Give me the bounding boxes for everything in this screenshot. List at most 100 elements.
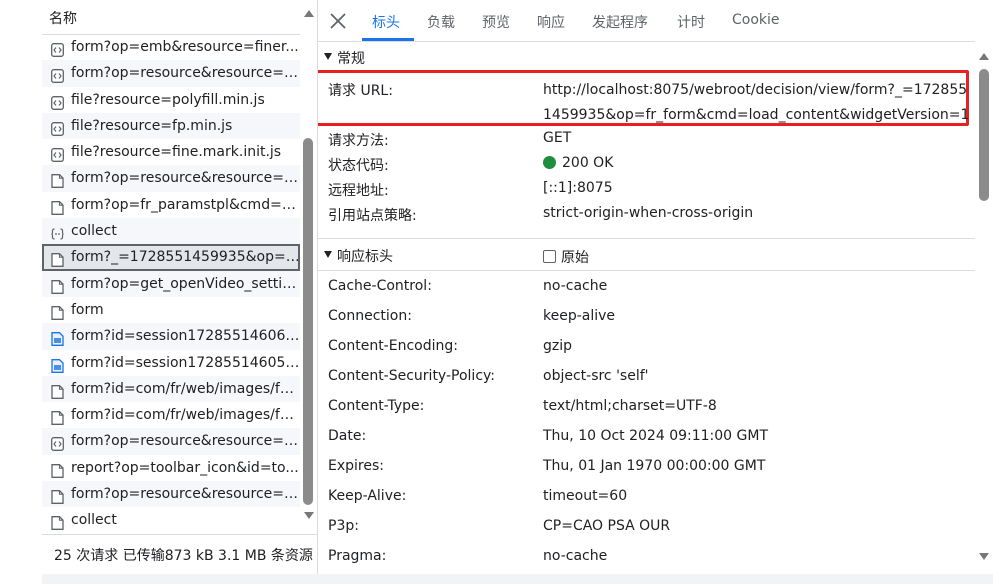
response-header-key: Expires: — [328, 458, 384, 474]
response-header-value: keep-alive — [543, 308, 616, 324]
scrollbar-thumb[interactable] — [979, 69, 989, 201]
detail-scrollbar[interactable] — [975, 41, 993, 574]
request-row[interactable]: collect — [42, 218, 300, 245]
request-name: form?id=session172855146062... — [71, 328, 300, 345]
response-header-key: Content-Encoding: — [328, 338, 458, 354]
request-row[interactable]: form?id=session172855146062... — [42, 323, 300, 350]
request-row-selected[interactable]: form?_=1728551459935&op=fr... — [42, 244, 300, 271]
response-header-value: Thu, 10 Oct 2024 09:11:00 GMT — [543, 428, 769, 444]
referrer-policy-label: 引用站点策略: — [328, 208, 417, 224]
tab-initiator[interactable]: 发起程序 — [592, 12, 648, 32]
bottom-strip — [42, 574, 993, 584]
request-row[interactable]: form?op=resource&resource=/... — [42, 428, 300, 455]
request-name: form?op=get_openVideo_settin... — [71, 275, 300, 292]
response-header-key: Cache-Control: — [328, 278, 432, 294]
response-header-key: Date: — [328, 428, 367, 444]
document-icon — [51, 250, 64, 268]
script-icon — [51, 40, 64, 57]
tab-headers[interactable]: 标头 — [372, 12, 400, 32]
request-name: form?id=session172855146058... — [71, 354, 300, 371]
request-row[interactable]: form?op=resource&resource=/... — [42, 481, 300, 508]
document-icon — [51, 382, 64, 399]
document-icon — [51, 277, 64, 294]
response-header-key: Pragma: — [328, 548, 387, 564]
document-icon — [51, 487, 64, 504]
image-icon — [51, 356, 64, 373]
left-gutter — [0, 0, 42, 584]
active-tab-indicator — [362, 38, 414, 41]
request-name: file?resource=fp.min.js — [71, 117, 233, 134]
request-row[interactable]: form — [42, 297, 300, 323]
general-section-header[interactable]: 常规 — [318, 42, 975, 72]
request-row[interactable]: file?resource=fp.min.js — [42, 112, 300, 140]
response-header-value: object-src 'self' — [543, 368, 649, 384]
request-method-value: GET — [543, 130, 572, 146]
scroll-up-arrow-icon[interactable] — [304, 10, 314, 17]
request-name: form?op=resource&resource=/... — [71, 433, 300, 450]
scrollbar-thumb[interactable] — [303, 138, 313, 505]
request-list: form?op=emb&resource=finer... form?op=res… — [42, 34, 300, 534]
response-header-key: Content-Security-Policy: — [328, 368, 495, 384]
request-row[interactable]: form?op=emb&resource=finer... — [42, 34, 300, 60]
close-icon[interactable] — [329, 12, 347, 30]
raw-headers-checkbox[interactable]: 原始 — [543, 247, 589, 267]
response-header-value: timeout=60 — [543, 488, 628, 504]
response-headers-title: 响应标头 — [337, 249, 393, 265]
request-row[interactable]: form?id=com/fr/web/images/fo... — [42, 402, 300, 428]
request-row[interactable]: form?id=session172855146058... — [42, 350, 300, 376]
request-name: form?op=emb&resource=finer... — [71, 39, 299, 55]
request-row[interactable]: form?op=resource&resource=/... — [42, 165, 300, 192]
request-list-panel: 名称 form?op=emb&resource=finer... form?op=… — [42, 0, 318, 584]
request-name: form?op=fr_paramstpl&cmd=q... — [71, 196, 300, 213]
tab-cookie[interactable]: Cookie — [732, 12, 780, 28]
document-icon — [51, 461, 64, 478]
status-code-label: 状态代码: — [328, 158, 389, 174]
request-row[interactable]: form?id=com/fr/web/images/fo... — [42, 375, 300, 403]
request-detail-panel: 标头 负载 预览 响应 发起程序 计时 Cookie 常规 请求 URL: ht… — [318, 0, 993, 574]
section-divider — [318, 270, 975, 271]
network-summary-bar: 25 次请求 已传输873 kB 3.1 MB 条资源 — [42, 534, 317, 575]
request-name: collect — [71, 512, 117, 529]
response-header-key: Keep-Alive: — [328, 488, 407, 504]
response-header-value: Thu, 01 Jan 1970 00:00:00 GMT — [543, 458, 766, 474]
tab-response[interactable]: 响应 — [537, 12, 565, 32]
remote-address-value: [::1]:8075 — [543, 180, 613, 196]
request-row[interactable]: file?resource=fine.mark.init.js — [42, 139, 300, 165]
tab-timing[interactable]: 计时 — [677, 12, 705, 32]
request-method-label: 请求方法: — [328, 133, 389, 149]
tab-payload[interactable]: 负载 — [427, 12, 455, 32]
request-row[interactable]: file?resource=polyfill.min.js — [42, 87, 300, 113]
scroll-down-arrow-icon[interactable] — [979, 553, 989, 560]
collapse-triangle-icon — [324, 251, 332, 258]
fetch-icon — [51, 224, 64, 240]
raw-headers-label: 原始 — [561, 250, 589, 266]
response-header-key: Content-Type: — [328, 398, 425, 414]
request-row[interactable]: form?op=resource&resource=/... — [42, 60, 300, 87]
status-code-value: 200 OK — [543, 155, 613, 171]
checkbox-icon[interactable] — [543, 250, 556, 263]
request-name: collect — [71, 223, 117, 240]
request-name: form?id=com/fr/web/images/fo... — [71, 380, 300, 397]
image-icon — [51, 329, 64, 347]
request-row[interactable]: collect — [42, 507, 300, 533]
request-row[interactable]: report?op=toolbar_icon&id=to... — [42, 455, 300, 481]
scroll-down-arrow-icon[interactable] — [304, 512, 314, 519]
request-name: form?id=com/fr/web/images/fo... — [71, 407, 300, 424]
referrer-policy-value: strict-origin-when-cross-origin — [543, 205, 754, 221]
request-row[interactable]: form?op=get_openVideo_settin... — [42, 270, 300, 297]
general-section-title: 常规 — [337, 51, 365, 67]
scroll-up-arrow-icon[interactable] — [979, 53, 989, 60]
tab-preview[interactable]: 预览 — [482, 12, 510, 32]
section-divider — [318, 238, 975, 239]
response-headers-section-header[interactable]: 响应标头 — [318, 240, 975, 270]
request-list-scrollbar[interactable] — [300, 0, 317, 534]
document-icon — [51, 303, 64, 320]
request-row[interactable]: form?op=fr_paramstpl&cmd=q... — [42, 192, 300, 218]
name-column-header[interactable]: 名称 — [42, 0, 300, 35]
request-name: file?resource=fine.mark.init.js — [71, 144, 282, 161]
status-ok-dot-icon — [543, 156, 556, 169]
script-icon — [51, 434, 64, 452]
collapse-triangle-icon — [324, 53, 332, 60]
name-column-label: 名称 — [49, 11, 77, 27]
request-name: form?op=resource&resource=/... — [71, 486, 300, 503]
